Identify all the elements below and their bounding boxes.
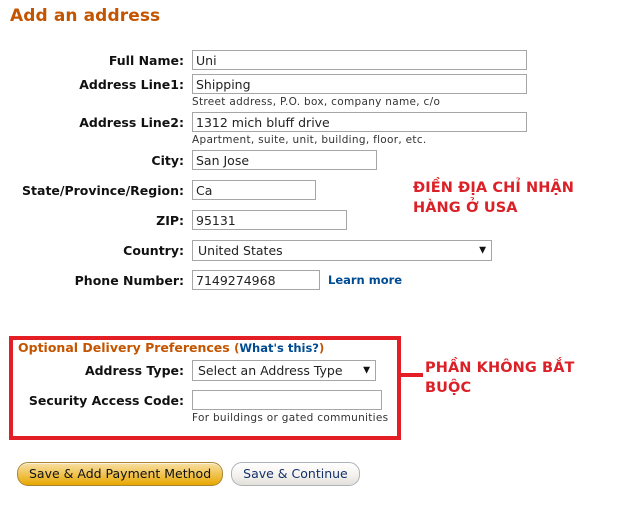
form-row-address-line2: Address Line2: Apartment, suite, unit, b… (0, 112, 625, 148)
annotation-connector-line (397, 373, 423, 377)
country-field-wrap: United States ▼ (192, 240, 492, 261)
city-input[interactable] (192, 150, 377, 170)
address-type-label: Address Type: (84, 363, 184, 378)
security-access-code-field-wrap: For buildings or gated communities (192, 390, 388, 426)
address-line1-input[interactable] (192, 74, 527, 94)
chevron-down-icon: ▼ (363, 365, 370, 375)
form-actions: Save & Add Payment Method Save & Continu… (17, 462, 360, 486)
whats-this-close-paren: ) (318, 341, 325, 355)
form-row-address-type: Address Type: Select an Address Type ▼ (0, 360, 400, 382)
full-name-input[interactable] (192, 50, 527, 70)
annotation-shipping-address: ĐIỀN ĐỊA CHỈ NHẬN HÀNG Ở USA (413, 180, 574, 216)
address-line1-field-wrap: Street address, P.O. box, company name, … (192, 74, 527, 110)
form-row-address-line1: Address Line1: Street address, P.O. box,… (0, 74, 625, 110)
full-name-field-wrap (192, 50, 527, 70)
learn-more-link[interactable]: Learn more (328, 270, 402, 290)
city-field-wrap (192, 150, 377, 170)
zip-label: ZIP: (156, 213, 184, 228)
optional-section-title: Optional Delivery Preferences (18, 340, 230, 355)
form-row-country: Country: United States ▼ (0, 240, 625, 262)
country-select[interactable]: United States ▼ (192, 240, 492, 261)
address-line1-label: Address Line1: (79, 77, 184, 92)
address-line2-field-wrap: Apartment, suite, unit, building, floor,… (192, 112, 527, 148)
form-row-city: City: (0, 150, 625, 172)
zip-input[interactable] (192, 210, 347, 230)
address-line2-input[interactable] (192, 112, 527, 132)
optional-section-heading: Optional Delivery Preferences (What's th… (18, 340, 400, 355)
security-access-code-input[interactable] (192, 390, 382, 410)
security-access-code-hint: For buildings or gated communities (192, 412, 389, 424)
full-name-label: Full Name: (108, 53, 184, 68)
chevron-down-icon: ▼ (479, 245, 486, 255)
country-label: Country: (123, 243, 184, 258)
save-and-add-payment-method-button[interactable]: Save & Add Payment Method (17, 462, 224, 486)
form-row-phone: Phone Number: Learn more (0, 270, 625, 292)
address-type-select-value: Select an Address Type (198, 363, 343, 378)
optional-delivery-preferences: Optional Delivery Preferences (What's th… (0, 340, 400, 428)
phone-input[interactable] (192, 270, 320, 290)
save-and-continue-button[interactable]: Save & Continue (231, 462, 360, 486)
country-select-value: United States (198, 243, 283, 258)
security-access-code-label: Security Access Code: (28, 393, 184, 408)
page-title: Add an address (10, 6, 161, 26)
state-field-wrap (192, 180, 316, 200)
form-row-security-access-code: Security Access Code: For buildings or g… (0, 390, 400, 426)
state-label: State/Province/Region: (22, 183, 184, 198)
annotation-optional-section: PHẦN KHÔNG BẮT BUỘC (425, 360, 575, 396)
address-type-field-wrap: Select an Address Type ▼ (192, 360, 376, 381)
phone-label: Phone Number: (74, 273, 184, 288)
city-label: City: (151, 153, 184, 168)
form-row-full-name: Full Name: (0, 50, 625, 72)
whats-this-link[interactable]: What's this? (239, 341, 319, 355)
address-form: Full Name: Address Line1: Street address… (0, 50, 625, 294)
address-line2-label: Address Line2: (79, 115, 184, 130)
address-line1-hint: Street address, P.O. box, company name, … (192, 96, 441, 108)
state-input[interactable] (192, 180, 316, 200)
address-type-select[interactable]: Select an Address Type ▼ (192, 360, 376, 381)
phone-field-wrap (192, 270, 320, 290)
address-line2-hint: Apartment, suite, unit, building, floor,… (192, 134, 427, 146)
whats-this: (What's this?) (234, 341, 324, 355)
zip-field-wrap (192, 210, 347, 230)
